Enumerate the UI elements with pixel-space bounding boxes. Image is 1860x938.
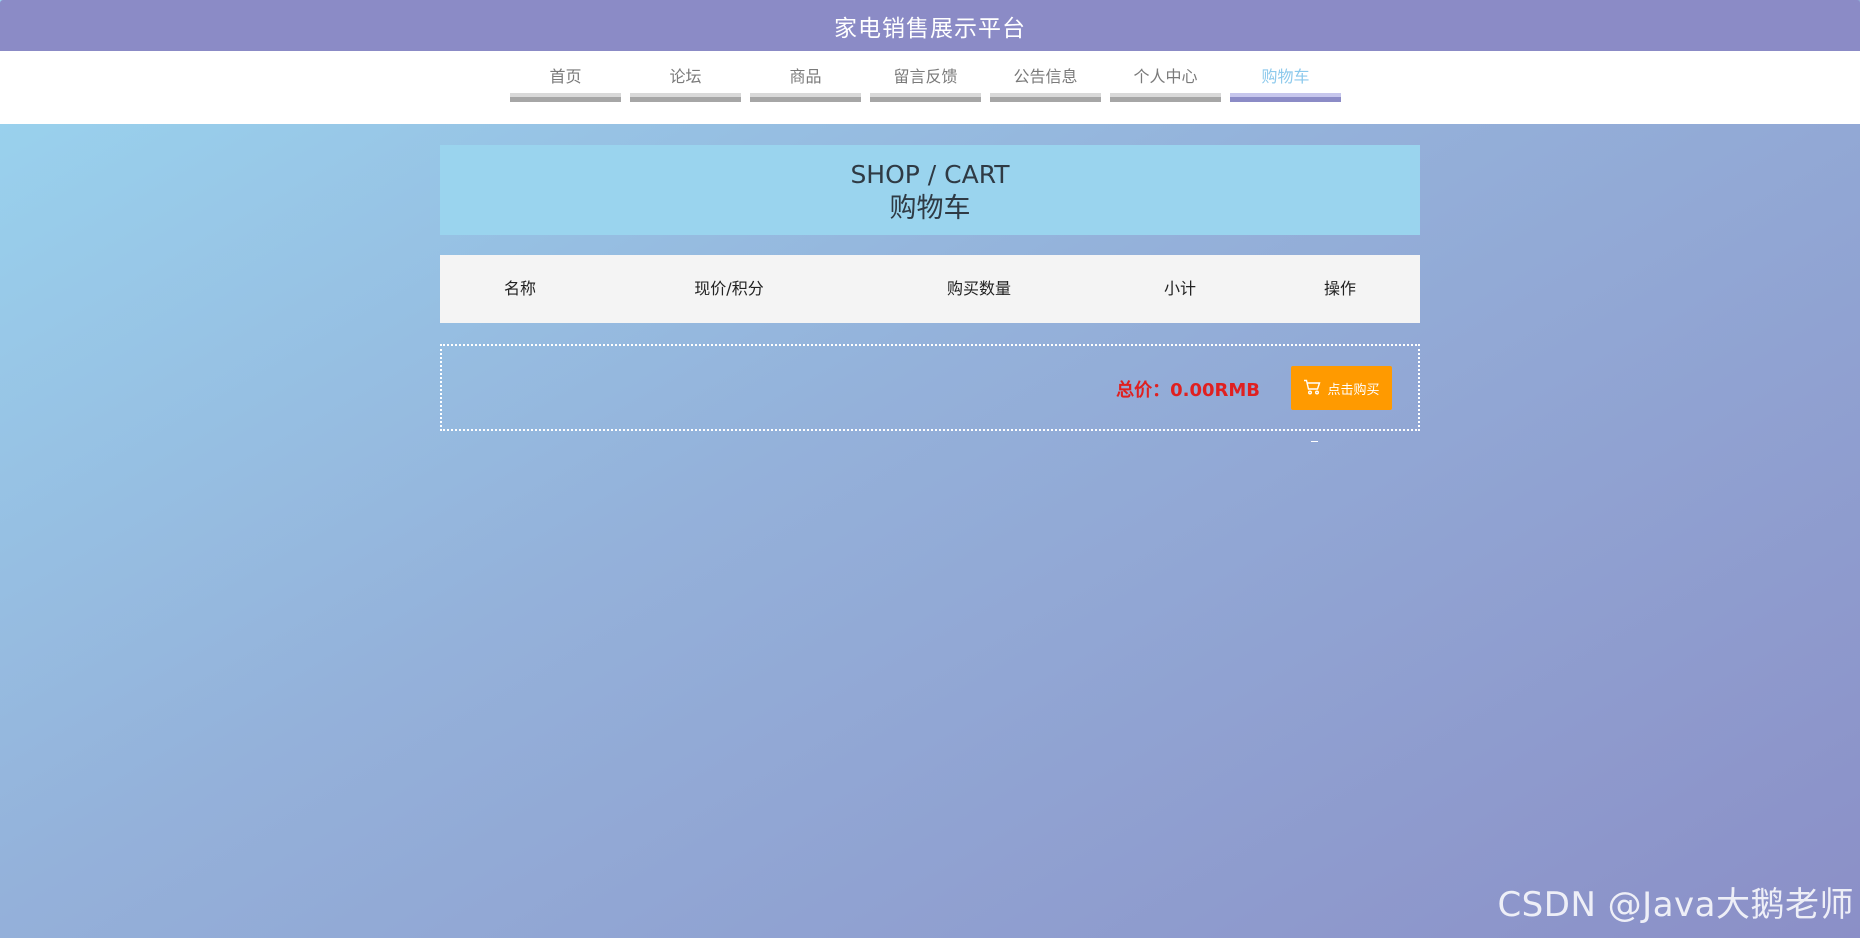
nav-item-profile[interactable]: 个人中心 bbox=[1110, 67, 1221, 111]
column-header-price: 现价/积分 bbox=[694, 279, 764, 298]
nav-underline bbox=[630, 93, 741, 102]
nav-underline bbox=[750, 93, 861, 102]
cart-icon bbox=[1303, 379, 1321, 398]
banner-title-cn: 购物车 bbox=[889, 193, 971, 224]
nav-item-label: 个人中心 bbox=[1133, 67, 1198, 86]
nav-item-products[interactable]: 商品 bbox=[750, 67, 861, 111]
nav-item-label: 购物车 bbox=[1261, 67, 1310, 86]
nav-list: 首页 论坛 商品 留言反馈 公告信息 个人中心 购物车 bbox=[510, 67, 1350, 111]
nav-item-label: 留言反馈 bbox=[893, 67, 958, 86]
column-header-quantity: 购买数量 bbox=[946, 279, 1012, 298]
column-header-actions: 操作 bbox=[1323, 279, 1357, 298]
cart-total-box: 总价：0.00RMB 点击购买 bbox=[440, 344, 1420, 431]
watermark: CSDN @Java大鹅老师 bbox=[1497, 885, 1854, 925]
nav-item-home[interactable]: 首页 bbox=[510, 67, 621, 111]
nav-underline bbox=[870, 93, 981, 102]
site-title: 家电销售展示平台 bbox=[834, 15, 1026, 42]
nav-underline bbox=[1110, 93, 1221, 102]
divider bbox=[1311, 441, 1318, 442]
buy-button[interactable]: 点击购买 bbox=[1291, 366, 1392, 410]
column-header-name: 名称 bbox=[503, 279, 537, 298]
nav-item-cart[interactable]: 购物车 bbox=[1230, 67, 1341, 111]
nav-underline bbox=[1230, 93, 1341, 102]
cart-table-header: 名称 现价/积分 购买数量 小计 操作 bbox=[440, 255, 1420, 323]
nav-item-forum[interactable]: 论坛 bbox=[630, 67, 741, 111]
nav-bar: 首页 论坛 商品 留言反馈 公告信息 个人中心 购物车 bbox=[0, 51, 1860, 124]
page-banner: SHOP / CART 购物车 bbox=[440, 145, 1420, 235]
site-header: 家电销售展示平台 bbox=[0, 0, 1860, 51]
nav-item-label: 论坛 bbox=[669, 67, 702, 86]
nav-underline bbox=[510, 93, 621, 102]
nav-item-label: 公告信息 bbox=[1013, 67, 1078, 86]
nav-underline bbox=[990, 93, 1101, 102]
nav-item-label: 首页 bbox=[549, 67, 582, 86]
nav-item-label: 商品 bbox=[789, 67, 822, 86]
nav-item-feedback[interactable]: 留言反馈 bbox=[870, 67, 981, 111]
total-price: 总价：0.00RMB bbox=[1116, 380, 1260, 401]
nav-item-announcements[interactable]: 公告信息 bbox=[990, 67, 1101, 111]
buy-button-label: 点击购买 bbox=[1327, 381, 1380, 397]
column-header-subtotal: 小计 bbox=[1163, 279, 1197, 298]
banner-title-en: SHOP / CART bbox=[850, 160, 1010, 189]
